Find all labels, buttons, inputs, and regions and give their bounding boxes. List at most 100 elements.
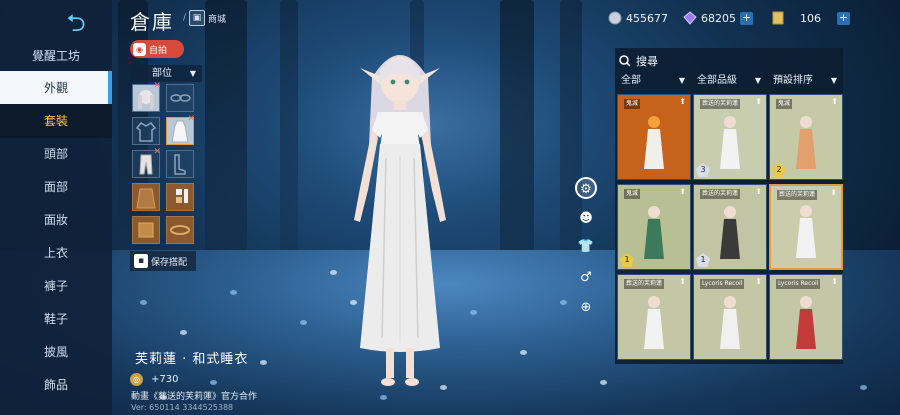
item-card[interactable]: Lycoris Recoil ⬆	[769, 274, 843, 360]
slot-head[interactable]: ✕	[132, 81, 161, 112]
backpiece-icon	[176, 189, 188, 203]
category-filter-dropdown[interactable]: 全部 ▼	[615, 72, 691, 90]
character-thumbnail	[796, 296, 816, 349]
belt-icon	[170, 225, 190, 235]
upgrade-icon: ⬆	[831, 97, 838, 106]
back-arrow-icon[interactable]: ⮌	[58, 10, 94, 36]
upgrade-icon: ⬆	[755, 277, 762, 286]
add-diamond-button[interactable]: +	[740, 11, 753, 25]
sidebar-item-makeup[interactable]: 面妝	[0, 203, 112, 237]
upgrade-icon: ⬆	[679, 97, 686, 106]
ticket-icon	[772, 11, 784, 25]
selfie-button[interactable]: ◉ 自拍	[130, 40, 184, 58]
character-thumbnail	[644, 116, 664, 169]
rank-badge: 3	[696, 163, 710, 177]
sidebar-item-head[interactable]: 頭部	[0, 137, 112, 171]
save-outfit-label: 保存搭配	[151, 257, 188, 268]
slot-belt[interactable]	[166, 216, 194, 244]
shop-label: 商城	[208, 14, 227, 25]
diamond-icon	[683, 11, 697, 25]
sidebar-item-outfit[interactable]: 套裝	[0, 104, 112, 138]
series-label: 鬼滅	[624, 189, 641, 199]
sidebar-item-face[interactable]: 面部	[0, 170, 112, 204]
outfit-points-value: +730	[151, 374, 179, 385]
chevron-down-icon: ▼	[189, 69, 196, 78]
series-label: Lycoris Recoil	[700, 279, 745, 289]
sidebar-item-top[interactable]: 上衣	[0, 236, 112, 270]
item-card[interactable]: 葬送的芙莉蓮 ⬆	[769, 184, 843, 270]
sidebar-item-pants[interactable]: 褲子	[0, 269, 112, 303]
filter-bar: 全部 ▼ 全部品級 ▼ 預設排序 ▼	[615, 72, 843, 90]
slot-backpiece[interactable]	[166, 183, 194, 211]
remove-icon[interactable]: ✕	[153, 81, 161, 91]
currency-silver: 455677	[608, 11, 668, 25]
search-label: 搜尋	[636, 55, 658, 68]
slot-cape[interactable]	[132, 183, 160, 211]
item-card[interactable]: Lycoris Recoil ⬆	[693, 274, 767, 360]
save-outfit-button[interactable]: ▪ 保存搭配	[130, 251, 196, 271]
gender-icon[interactable]: ♂	[575, 267, 597, 289]
rank-badge: 1	[620, 253, 634, 267]
version-text: Ver: 650114 3344525388	[131, 403, 234, 412]
item-card[interactable]: 葬送的芙莉蓮 ⬆ 3	[693, 94, 767, 180]
quality-filter-label: 全部品級	[697, 75, 737, 86]
boots-icon	[174, 154, 186, 175]
slot-dress[interactable]: ✕	[166, 114, 195, 145]
shirt-icon[interactable]: 👕	[575, 236, 597, 258]
ticket-value: 106	[800, 11, 821, 25]
rank-badge: 2	[772, 163, 786, 177]
silver-coin-icon	[608, 11, 622, 25]
sidebar-item-shoes[interactable]: 鞋子	[0, 302, 112, 336]
series-label: 鬼滅	[776, 99, 793, 109]
rank-badge: 1	[696, 253, 710, 267]
item-card[interactable]: 鬼滅 ⬆	[617, 94, 691, 180]
slot-face[interactable]	[166, 84, 194, 112]
remove-icon[interactable]: ✕	[153, 147, 161, 157]
sidebar-item-accessory[interactable]: 飾品	[0, 368, 112, 402]
add-ticket-button[interactable]: +	[837, 11, 850, 25]
character-thumbnail	[796, 205, 816, 258]
outfit-name: 芙莉蓮 · 和式睡衣	[135, 352, 249, 367]
series-label: 葬送的芙莉蓮	[700, 99, 741, 109]
item-card[interactable]: 鬼滅 ⬆ 1	[617, 184, 691, 270]
sidebar-item-appearance[interactable]: 外觀	[0, 71, 112, 105]
category-filter-label: 全部	[621, 75, 641, 86]
upgrade-icon: ⬆	[679, 187, 686, 196]
character-thumbnail	[644, 206, 664, 259]
shop-link[interactable]: / ▣ 商城	[183, 10, 226, 26]
item-card[interactable]: 鬼滅 ⬆ 2	[769, 94, 843, 180]
outfit-description: 動畫《葬送的芙莉蓮》官方合作	[131, 392, 258, 402]
cape-icon	[136, 188, 156, 209]
sidebar-item-cape[interactable]: 披風	[0, 335, 112, 369]
shop-icon: ▣	[189, 10, 206, 26]
currency-diamond: 68205 +	[683, 11, 753, 25]
item-card[interactable]: 葬送的芙莉蓮 ⬆ 1	[693, 184, 767, 270]
upgrade-icon: ⬆	[755, 187, 762, 196]
slot-shoes[interactable]	[166, 150, 194, 178]
quality-filter-dropdown[interactable]: 全部品級 ▼	[691, 72, 767, 90]
hairstyle-icon[interactable]: ☻	[575, 208, 597, 230]
character-model[interactable]	[320, 38, 480, 398]
search-icon	[619, 55, 631, 67]
accessory-icon	[138, 222, 154, 238]
sidebar: ⮌ 覺醒工坊 外觀 套裝 頭部 面部 面妝 上衣 褲子 鞋子 披風 飾品	[0, 0, 112, 415]
series-label: 葬送的芙莉蓮	[624, 279, 665, 289]
slot-pants[interactable]: ✕	[132, 147, 161, 178]
search-box[interactable]: 搜尋	[619, 52, 839, 70]
part-filter-dropdown[interactable]: 部位 ▼	[130, 65, 202, 82]
sort-dropdown[interactable]: 預設排序 ▼	[767, 72, 843, 90]
series-label: 葬送的芙莉蓮	[700, 189, 741, 199]
selfie-label: 自拍	[149, 45, 168, 56]
remove-icon[interactable]: ✕	[187, 114, 195, 124]
slot-top[interactable]	[132, 117, 160, 145]
dropdown-arrow-icon: ▼	[754, 76, 761, 85]
zoom-in-icon[interactable]: ⊕	[575, 297, 597, 319]
upgrade-icon: ⬆	[831, 277, 838, 286]
slot-accessory[interactable]	[132, 216, 160, 244]
item-card[interactable]: 葬送的芙莉蓮 ⬆	[617, 274, 691, 360]
character-thumbnail	[644, 296, 664, 349]
part-filter-label: 部位	[152, 68, 172, 79]
sidebar-title: 覺醒工坊	[31, 49, 80, 63]
upgrade-icon: ⬆	[679, 277, 686, 286]
rotate-icon[interactable]: ⚙	[575, 177, 597, 199]
